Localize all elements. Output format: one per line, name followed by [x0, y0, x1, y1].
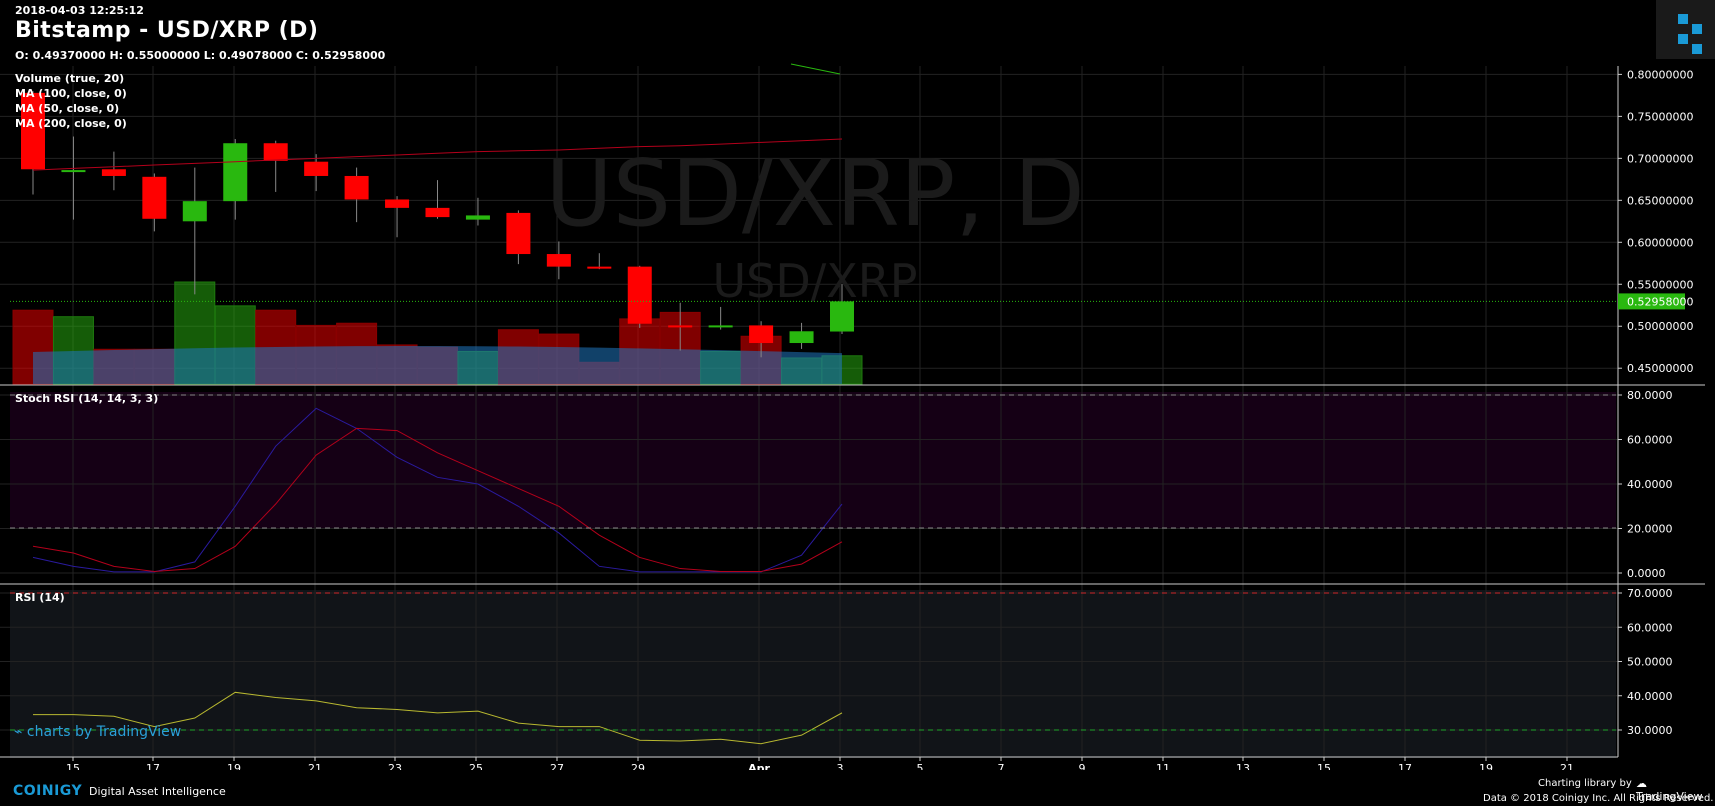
stoch-overbought-zone — [10, 392, 1616, 528]
price-tick-label: 0.45000000 — [1627, 362, 1693, 375]
time-tick-label: 15 — [66, 762, 80, 770]
candle-body — [425, 207, 450, 218]
chart-canvas[interactable]: USD/XRP, D USD/XRP 0.450000000.500000000… — [0, 0, 1715, 770]
time-tick-label: 21 — [308, 762, 322, 770]
candle-body — [506, 212, 531, 255]
price-tick-label: 0.75000000 — [1627, 110, 1693, 123]
candle-body — [546, 254, 571, 267]
footer: COINIGY Digital Asset Intelligence Chart… — [0, 772, 1715, 806]
rsi-tick-label: 40.0000 — [1627, 690, 1673, 703]
candle-body — [344, 175, 369, 200]
data-credit: Data © 2018 Coinigy Inc. All Rights Rese… — [1483, 793, 1714, 804]
time-tick-label: 7 — [998, 762, 1005, 770]
rsi-tick-label: 50.0000 — [1627, 656, 1673, 669]
coinigy-brand[interactable]: COINIGY — [13, 783, 82, 799]
stoch-tick-label: 0.0000 — [1627, 567, 1666, 580]
candle-body — [182, 201, 207, 222]
watermark-symbol-small: USD/XRP — [712, 254, 917, 308]
candle-body — [142, 176, 167, 219]
price-tick-label: 0.60000000 — [1627, 236, 1693, 249]
time-tick-label: 19 — [1479, 762, 1493, 770]
price-axis[interactable]: 0.45000000 0.50000000 0.55000000 0.60000000… — [1618, 68, 1693, 737]
candle-body — [61, 170, 86, 173]
time-tick-label: 5 — [917, 762, 924, 770]
watermark-symbol: USD/XRP, D — [545, 140, 1084, 247]
last-price-label: 0.52958000 — [1627, 295, 1693, 308]
time-tick-label: 27 — [550, 762, 564, 770]
tradingview-watermark-text: charts by TradingView — [26, 724, 182, 740]
price-tick-label: 0.80000000 — [1627, 68, 1693, 81]
legend-volume[interactable]: Volume (true, 20) — [15, 72, 124, 85]
time-tick-label: 11 — [1156, 762, 1170, 770]
candle-body — [708, 325, 733, 328]
charting-credit: Charting library by — [1538, 778, 1632, 789]
candle-body — [223, 143, 248, 202]
candle-body — [263, 143, 288, 161]
time-tick-label: 15 — [1317, 762, 1331, 770]
rsi-pane-background — [10, 590, 1616, 758]
legend-ma200[interactable]: MA (200, close, 0) — [15, 117, 127, 130]
tradingview-watermark-icon: ⌁ — [14, 724, 23, 740]
candle-body — [789, 331, 814, 344]
time-tick-label: 23 — [388, 762, 402, 770]
time-tick-label: 19 — [227, 762, 241, 770]
candle-body — [668, 325, 693, 328]
candle-body — [627, 266, 652, 324]
cloud-icon: ☁ — [1636, 777, 1647, 790]
candle-body — [830, 301, 854, 332]
time-axis[interactable]: 15 17 19 21 23 25 27 29 Apr 3 5 7 9 11 13 15 17 19 21 — [66, 757, 1574, 770]
price-tick-label: 0.65000000 — [1627, 194, 1693, 207]
candle-body — [304, 161, 329, 176]
price-tick-label: 0.70000000 — [1627, 152, 1693, 165]
time-tick-label: 13 — [1236, 762, 1250, 770]
time-tick-label: 17 — [146, 762, 160, 770]
time-tick-label: 9 — [1079, 762, 1086, 770]
legend-ma50[interactable]: MA (50, close, 0) — [15, 102, 119, 115]
candle-body — [385, 199, 410, 208]
price-tick-label: 0.55000000 — [1627, 278, 1693, 291]
time-tick-label: 3 — [837, 762, 844, 770]
candle-body — [465, 215, 490, 220]
time-tick-label: 25 — [469, 762, 483, 770]
coinigy-tagline: Digital Asset Intelligence — [89, 785, 226, 798]
legend-ma100[interactable]: MA (100, close, 0) — [15, 87, 127, 100]
legend-rsi[interactable]: RSI (14) — [15, 591, 65, 604]
ma-green-line — [790, 63, 841, 75]
time-tick-label: 29 — [631, 762, 645, 770]
rsi-tick-label: 30.0000 — [1627, 724, 1673, 737]
legend-stoch-rsi[interactable]: Stoch RSI (14, 14, 3, 3) — [15, 392, 158, 405]
time-tick-label: 21 — [1560, 762, 1574, 770]
stoch-tick-label: 40.0000 — [1627, 478, 1673, 491]
candle-body — [749, 325, 774, 344]
volume-ma-area — [33, 346, 842, 384]
candle-body — [587, 266, 612, 269]
stoch-tick-label: 20.0000 — [1627, 523, 1673, 536]
tradingview-watermark[interactable]: ⌁ charts by TradingView — [14, 724, 181, 740]
candle-body — [101, 169, 126, 176]
time-tick-label: 17 — [1398, 762, 1412, 770]
rsi-tick-label: 70.0000 — [1627, 587, 1673, 600]
stoch-tick-label: 80.0000 — [1627, 389, 1673, 402]
rsi-tick-label: 60.0000 — [1627, 621, 1673, 634]
price-tick-label: 0.50000000 — [1627, 320, 1693, 333]
time-tick-label: Apr — [748, 762, 770, 770]
stoch-tick-label: 60.0000 — [1627, 434, 1673, 447]
